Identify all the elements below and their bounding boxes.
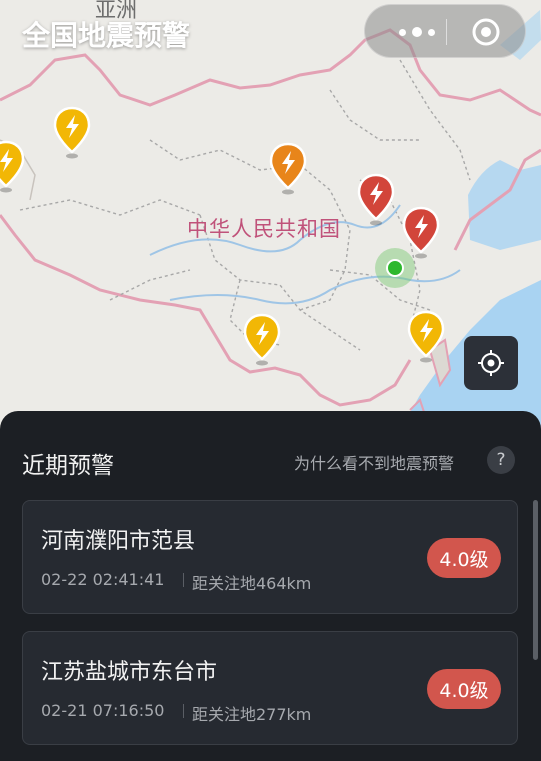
locate-button[interactable] <box>464 336 518 390</box>
earthquake-map[interactable]: 亚洲 中华人民共和国 <box>0 0 541 430</box>
quake-pin-west-1[interactable] <box>52 106 92 160</box>
magnitude-badge: 4.0级 <box>427 538 501 578</box>
recent-alerts-panel: 近期预警 为什么看不到地震预警 ? 河南濮阳市范县 02-22 02:41:41… <box>0 411 541 761</box>
close-button[interactable] <box>471 17 501 47</box>
alert-distance: 距关注地277km <box>192 705 312 724</box>
lightning-marker-icon <box>53 106 91 159</box>
magnitude-badge: 4.0级 <box>427 669 501 709</box>
panel-scrollbar[interactable] <box>533 500 538 660</box>
quake-pin-south[interactable] <box>242 313 282 367</box>
country-label: 中华人民共和国 <box>187 217 341 241</box>
capsule-divider <box>446 19 447 45</box>
user-location-marker <box>375 248 415 288</box>
quake-pin-west-2[interactable] <box>0 140 26 194</box>
quake-pin-north[interactable] <box>268 142 308 196</box>
meta-divider <box>183 704 184 718</box>
lightning-marker-icon <box>0 140 25 193</box>
more-button[interactable] <box>387 5 447 59</box>
target-circle-icon <box>472 18 500 46</box>
alert-location: 河南濮阳市范县 <box>41 529 196 554</box>
miniprogram-capsule <box>364 4 526 58</box>
alert-time: 02-22 02:41:41 <box>41 570 165 589</box>
why-no-alert-link[interactable]: 为什么看不到地震预警 <box>294 450 454 474</box>
page-title: 全国地震预警 <box>22 19 191 52</box>
lightning-marker-icon <box>407 310 445 363</box>
location-dot-icon <box>386 259 404 277</box>
alert-distance: 距关注地464km <box>192 574 312 593</box>
more-dots-icon <box>399 28 406 36</box>
panel-title: 近期预警 <box>22 453 114 479</box>
alert-card[interactable]: 河南濮阳市范县 02-22 02:41:41 距关注地464km 4.0级 <box>22 500 518 614</box>
help-icon[interactable]: ? <box>487 446 515 474</box>
lightning-marker-icon <box>357 173 395 226</box>
quake-pin-east-1[interactable] <box>356 173 396 227</box>
lightning-marker-icon <box>243 313 281 366</box>
alert-card[interactable]: 江苏盐城市东台市 02-21 07:16:50 距关注地277km 4.0级 <box>22 631 518 745</box>
alert-time: 02-21 07:16:50 <box>41 701 165 720</box>
meta-divider <box>183 573 184 587</box>
quake-pin-southeast[interactable] <box>406 310 446 364</box>
alert-location: 江苏盐城市东台市 <box>41 660 218 685</box>
locate-crosshair-icon <box>478 350 504 376</box>
app-page: 亚洲 中华人民共和国 全国地震预警 近期预警 为什么看不到地震预警 ? 河南濮阳… <box>0 0 541 761</box>
lightning-marker-icon <box>269 142 307 195</box>
